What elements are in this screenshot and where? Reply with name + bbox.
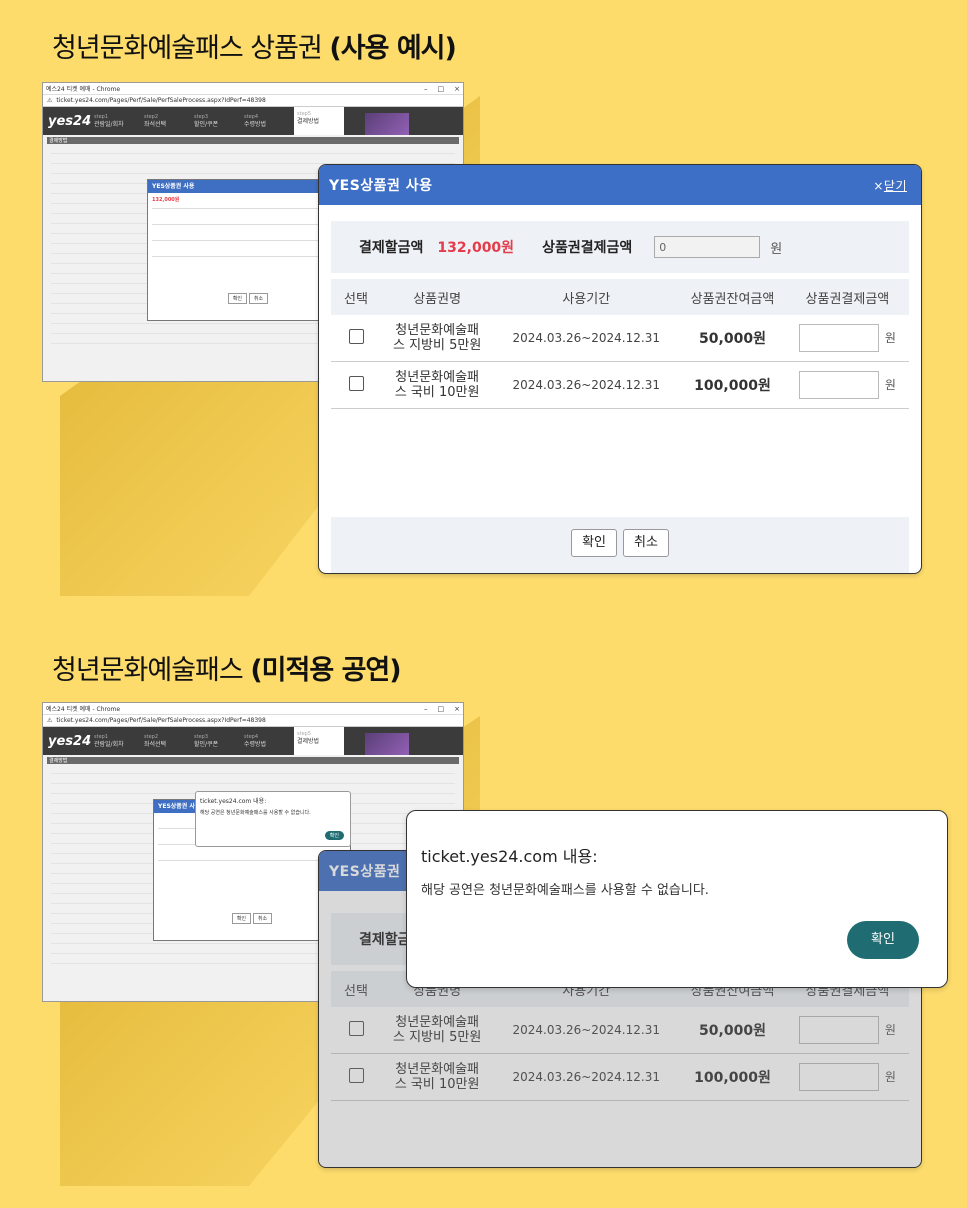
address-text: ticket.yes24.com/Pages/Perf/Sale/PerfSal… [56, 717, 266, 724]
maximize-icon[interactable]: □ [438, 705, 445, 713]
col-name: 상품권명 [381, 279, 494, 315]
voucher-table: 선택 상품권명 사용기간 상품권잔여금액 상품권결제금액 청년문화예술패 스 지방… [331, 279, 909, 409]
minimize-icon[interactable]: – [424, 705, 428, 713]
mini-pay-row: 132,000원 [152, 196, 344, 209]
mini-alert: ticket.yes24.com 내용: 해당 공연은 청년문화예술패스를 사용… [195, 791, 351, 847]
close-icon[interactable]: × [454, 85, 460, 93]
won-unit: 원 [884, 330, 896, 345]
mini-alert-message: 해당 공연은 청년문화예술패스를 사용할 수 없습니다. [200, 810, 311, 816]
table-row: 청년문화예술패 스 국비 10만원 2024.03.26~2024.12.31 1… [331, 361, 909, 409]
form-row [51, 766, 455, 774]
mini-alert-title: ticket.yes24.com 내용: [200, 798, 267, 805]
address-bar[interactable]: ⚠ ticket.yes24.com/Pages/Perf/Sale/PerfS… [43, 95, 463, 107]
form-row [51, 156, 455, 164]
voucher-balance: 100,000원 [679, 361, 786, 409]
address-text: ticket.yes24.com/Pages/Perf/Sale/PerfSal… [56, 97, 266, 104]
section2-title: 청년문화예술패스 (미적용 공연) [52, 648, 402, 687]
voucher-name: 청년문화예술패 스 국비 10만원 [381, 361, 494, 409]
voucher-amount-input[interactable] [798, 324, 879, 352]
mini-table-row [152, 228, 344, 241]
mini-cancel-button[interactable]: 취소 [248, 293, 269, 304]
payment-panel-header: 결제방법 [47, 137, 459, 144]
step-3[interactable]: step3 할인/쿠폰 [194, 113, 244, 129]
form-row [51, 146, 455, 154]
warning-icon: ⚠ [47, 717, 53, 724]
window-title: 예스24 티켓 예매 - Chrome [46, 86, 121, 93]
voucher-amount-input[interactable] [798, 371, 879, 399]
row-checkbox[interactable] [348, 375, 364, 391]
step-2[interactable]: step2 좌석선택 [144, 113, 194, 129]
dialog-header: YES상품권 사용 ×닫기 [319, 165, 921, 205]
mini-table-row [152, 212, 344, 225]
close-icon[interactable]: × [454, 705, 460, 713]
alert-message: 해당 공연은 청년문화예술패스를 사용할 수 없습니다. [421, 883, 709, 898]
section2-title-bold: (미적용 공연) [250, 655, 401, 686]
warning-icon: ⚠ [47, 97, 53, 104]
close-link[interactable]: ×닫기 [873, 177, 907, 194]
section2-title-normal: 청년문화예술패스 [52, 655, 251, 686]
yes24-logo: yes24 [48, 733, 92, 749]
address-bar[interactable]: ⚠ ticket.yes24.com/Pages/Perf/Sale/PerfS… [43, 715, 463, 727]
voucher-dialog: YES상품권 사용 ×닫기 결제할금액 132,000원 상품권결제금액 원 선… [318, 164, 922, 574]
section1-title-normal: 청년문화예술패스 상품권 [52, 33, 330, 64]
step-5[interactable]: step5 결제방법 [294, 107, 344, 135]
minimize-icon[interactable]: – [424, 85, 428, 93]
pay-unit: 원 [770, 241, 783, 257]
col-period: 사용기간 [493, 279, 680, 315]
pay-summary: 결제할금액 132,000원 상품권결제금액 원 [331, 221, 909, 273]
alert-ok-button[interactable]: 확인 [847, 921, 919, 959]
voucher-name: 청년문화예술패 스 지방비 5만원 [381, 315, 494, 362]
table-header: 선택 상품권명 사용기간 상품권잔여금액 상품권결제금액 [331, 279, 909, 315]
dialog-title: YES상품권 사용 [329, 178, 433, 194]
pay-label: 결제할금액 [359, 240, 424, 256]
form-row [51, 776, 455, 784]
step-5[interactable]: step5 결제방법 [294, 727, 344, 755]
step-4[interactable]: step4 수령방법 [244, 113, 294, 129]
step-1[interactable]: step1 관람일/회차 [94, 733, 144, 749]
voucher-period: 2024.03.26~2024.12.31 [493, 315, 680, 362]
step-2[interactable]: step2 좌석선택 [144, 733, 194, 749]
window-titlebar: 예스24 티켓 예매 - Chrome – □ × [43, 83, 463, 95]
close-icon: × [873, 178, 884, 193]
voucher-balance: 50,000원 [679, 315, 786, 362]
col-pay-amount: 상품권결제금액 [785, 279, 909, 315]
won-unit: 원 [884, 377, 896, 392]
cancel-button[interactable]: 취소 [623, 529, 669, 557]
voucher-period: 2024.03.26~2024.12.31 [493, 361, 680, 409]
table-row: 청년문화예술패 스 지방비 5만원 2024.03.26~2024.12.31 5… [331, 315, 909, 362]
alert-dialog: ticket.yes24.com 내용: 해당 공연은 청년문화예술패스를 사용… [406, 810, 948, 988]
step-3[interactable]: step3 할인/쿠폰 [194, 733, 244, 749]
pay-amount: 132,000원 [437, 240, 515, 256]
payment-panel-header: 결제방법 [47, 757, 459, 764]
mini-alert-ok-button[interactable]: 확인 [324, 831, 344, 840]
mini-confirm-button[interactable]: 확인 [227, 293, 248, 304]
close-label: 닫기 [883, 178, 907, 193]
voucher-pay-input[interactable] [654, 236, 761, 258]
section1-title-bold: (사용 예시) [329, 33, 456, 64]
voucher-pay-label: 상품권결제금액 [542, 240, 633, 256]
col-balance: 상품권잔여금액 [679, 279, 786, 315]
col-select: 선택 [331, 279, 381, 315]
mini-confirm-button[interactable]: 확인 [231, 913, 252, 924]
mini-pay-amount: 132,000원 [152, 197, 180, 203]
window-titlebar: 예스24 티켓 예매 - Chrome – □ × [43, 703, 463, 715]
step-1[interactable]: step1 관람일/회차 [94, 113, 144, 129]
yes24-logo: yes24 [48, 113, 92, 129]
section1-title: 청년문화예술패스 상품권 (사용 예시) [52, 26, 457, 65]
mini-cancel-button[interactable]: 취소 [252, 913, 273, 924]
window-title: 예스24 티켓 예매 - Chrome [46, 706, 121, 713]
mini-table-row [152, 244, 344, 257]
confirm-button[interactable]: 확인 [571, 529, 617, 557]
row-checkbox[interactable] [348, 328, 364, 344]
maximize-icon[interactable]: □ [438, 85, 445, 93]
alert-title: ticket.yes24.com 내용: [421, 847, 598, 866]
step-4[interactable]: step4 수령방법 [244, 733, 294, 749]
dialog-buttons: 확인 취소 [319, 529, 921, 557]
